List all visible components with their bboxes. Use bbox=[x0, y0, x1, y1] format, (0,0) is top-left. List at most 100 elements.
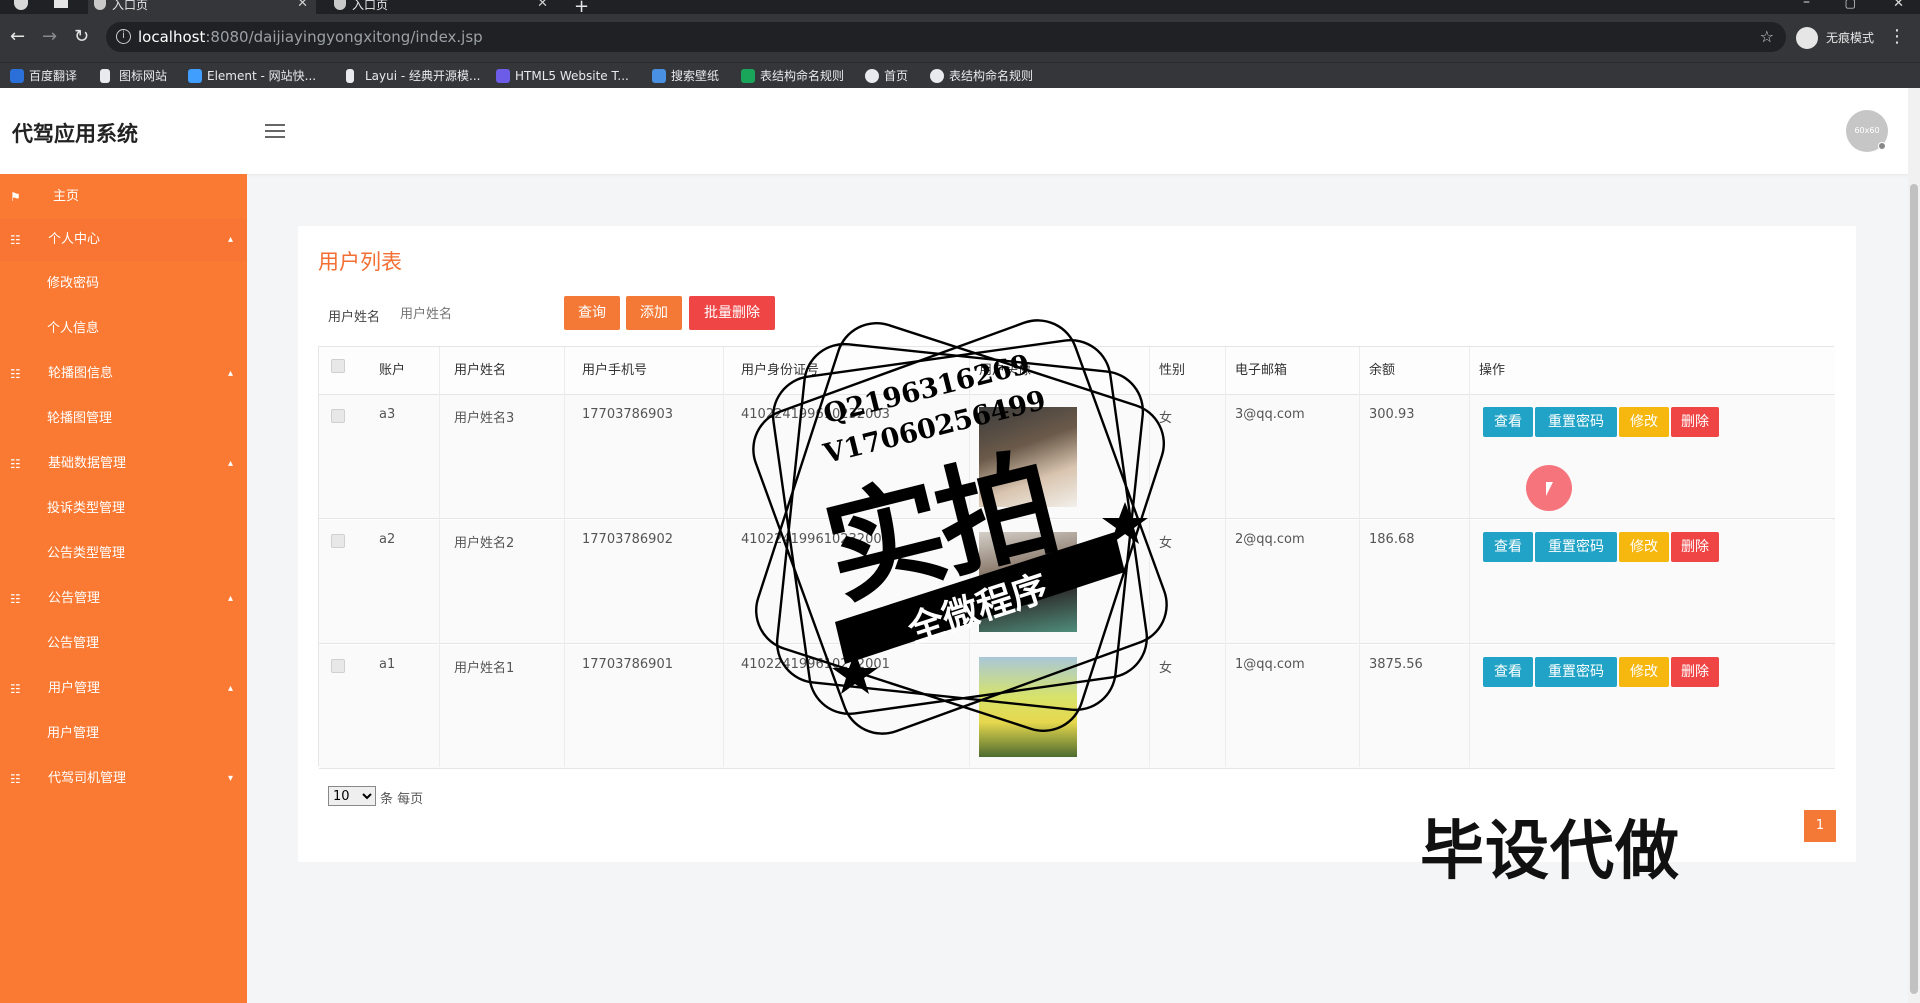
row-checkbox[interactable] bbox=[331, 534, 345, 548]
caret-up-icon: ▴ bbox=[227, 593, 233, 604]
select-all-checkbox[interactable] bbox=[331, 359, 345, 373]
watermark-bottom-text: 毕设代做 bbox=[1420, 815, 1680, 889]
sidebar-group-driver[interactable]: ☷ 代驾司机管理 ▾ bbox=[0, 758, 247, 800]
url-field[interactable]: i localhost:8080/daijiayingyongxitong/in… bbox=[106, 22, 1786, 52]
close-window-icon[interactable]: ✕ bbox=[1893, 0, 1904, 11]
search-label: 用户姓名 bbox=[328, 310, 381, 325]
sidebar-item-notice-manage[interactable]: 公告管理 bbox=[0, 623, 247, 665]
add-button[interactable]: 添加 bbox=[626, 296, 682, 330]
cell-account: a1 bbox=[379, 657, 396, 672]
row-checkbox[interactable] bbox=[331, 659, 345, 673]
bookmark-item[interactable]: 百度翻译 bbox=[10, 67, 77, 85]
sidebar-item-user-manage[interactable]: 用户管理 bbox=[0, 713, 247, 755]
close-icon[interactable]: ✕ bbox=[537, 0, 548, 10]
sidebar-item-notice-type[interactable]: 公告类型管理 bbox=[0, 533, 247, 575]
column-divider bbox=[969, 347, 970, 767]
bookmark-item[interactable]: Element - 网站快... bbox=[188, 67, 316, 85]
view-button[interactable]: 查看 bbox=[1483, 532, 1533, 562]
browser-window-icon[interactable] bbox=[54, 0, 68, 8]
sidebar-item-change-password[interactable]: 修改密码 bbox=[0, 263, 247, 305]
sidebar-group-basic-data[interactable]: ☷ 基础数据管理 ▴ bbox=[0, 443, 247, 485]
cell-balance: 186.68 bbox=[1369, 532, 1415, 547]
column-header: 操作 bbox=[1479, 363, 1506, 378]
column-header: 用户头像 bbox=[979, 363, 1032, 378]
edit-button[interactable]: 修改 bbox=[1619, 407, 1669, 437]
bookmark-item[interactable]: 首页 bbox=[865, 67, 908, 85]
cell-id-card: 410224199610232003 bbox=[741, 407, 890, 422]
view-button[interactable]: 查看 bbox=[1483, 407, 1533, 437]
flag-icon bbox=[100, 69, 110, 83]
back-arrow-icon[interactable]: ← bbox=[10, 26, 25, 47]
cursor-arrow-icon bbox=[1546, 482, 1553, 496]
sidebar-group-carousel[interactable]: ☷ 轮播图信息 ▴ bbox=[0, 353, 247, 395]
browser-tab-1[interactable]: 入口页 ✕ bbox=[88, 0, 316, 14]
view-button[interactable]: 查看 bbox=[1483, 657, 1533, 687]
bookmark-item[interactable]: 图标网站 bbox=[100, 67, 167, 85]
minimize-icon[interactable]: – bbox=[1803, 0, 1810, 10]
sidebar-group-notice[interactable]: ☷ 公告管理 ▴ bbox=[0, 578, 247, 620]
reset-password-button[interactable]: 重置密码 bbox=[1535, 657, 1617, 687]
cell-gender: 女 bbox=[1159, 661, 1173, 676]
more-menu-icon[interactable]: ⋮ bbox=[1888, 26, 1906, 47]
reload-icon[interactable]: ↻ bbox=[74, 26, 89, 47]
edit-button[interactable]: 修改 bbox=[1619, 532, 1669, 562]
bookmark-item[interactable]: 表结构命名规则 bbox=[930, 67, 1033, 85]
hamburger-menu-icon[interactable] bbox=[265, 124, 285, 138]
close-icon[interactable]: ✕ bbox=[297, 0, 308, 10]
delete-button[interactable]: 删除 bbox=[1671, 532, 1719, 562]
app-header: 代驾应用系统 60x60 bbox=[0, 88, 1920, 174]
column-header: 余额 bbox=[1369, 363, 1396, 378]
sidebar-item-carousel-manage[interactable]: 轮播图管理 bbox=[0, 398, 247, 440]
pagination-current-page[interactable]: 1 bbox=[1804, 810, 1836, 842]
layui-icon bbox=[346, 69, 354, 83]
cell-phone: 17703786901 bbox=[582, 657, 673, 672]
row-checkbox[interactable] bbox=[331, 409, 345, 423]
user-list-card: 用户列表 用户姓名 查询 添加 批量删除 账户 用户姓名 用户手机号 用户身份证… bbox=[298, 226, 1856, 862]
incognito-indicator[interactable]: 无痕模式 bbox=[1795, 25, 1874, 51]
page-scrollbar[interactable] bbox=[1908, 88, 1920, 1003]
edit-button[interactable]: 修改 bbox=[1619, 657, 1669, 687]
bookmark-item[interactable]: HTML5 Website T... bbox=[496, 67, 629, 85]
forward-arrow-icon[interactable]: → bbox=[42, 26, 57, 47]
globe-icon bbox=[334, 0, 346, 10]
reset-password-button[interactable]: 重置密码 bbox=[1535, 407, 1617, 437]
delete-button[interactable]: 删除 bbox=[1671, 407, 1719, 437]
browser-tab-2[interactable]: 入口页 ✕ bbox=[328, 0, 556, 14]
reset-password-button[interactable]: 重置密码 bbox=[1535, 532, 1617, 562]
bookmark-star-icon[interactable]: ☆ bbox=[1760, 27, 1774, 46]
maximize-icon[interactable]: ▢ bbox=[1845, 0, 1856, 10]
scrollbar-thumb[interactable] bbox=[1910, 184, 1918, 994]
batch-delete-button[interactable]: 批量删除 bbox=[689, 296, 775, 330]
page-size-select[interactable]: 10 bbox=[328, 786, 376, 806]
browser-app-icon[interactable] bbox=[14, 0, 28, 10]
bookmark-item[interactable]: 搜索壁纸 bbox=[652, 67, 719, 85]
table-header: 账户 用户姓名 用户手机号 用户身份证号 用户头像 性别 电子邮箱 余额 操作 bbox=[319, 347, 1835, 395]
cell-email: 2@qq.com bbox=[1235, 532, 1305, 547]
user-avatar-image bbox=[979, 657, 1077, 757]
search-input[interactable] bbox=[398, 300, 548, 328]
tab-title: 入口页 bbox=[112, 0, 149, 12]
delete-button[interactable]: 删除 bbox=[1671, 657, 1719, 687]
bookmark-item[interactable]: Layui - 经典开源模... bbox=[346, 67, 480, 85]
page-size-label: 条 每页 bbox=[380, 792, 424, 807]
grid-icon: ☷ bbox=[10, 233, 21, 247]
status-dot-icon bbox=[1878, 142, 1886, 150]
sidebar-item-home[interactable]: ⚑ 主页 bbox=[0, 176, 247, 218]
bookmark-item[interactable]: 表结构命名规则 bbox=[741, 67, 844, 85]
info-icon[interactable]: i bbox=[116, 29, 131, 44]
sidebar-group-user[interactable]: ☷ 用户管理 ▴ bbox=[0, 668, 247, 710]
column-divider bbox=[1359, 347, 1360, 767]
column-header: 电子邮箱 bbox=[1235, 363, 1288, 378]
cell-gender: 女 bbox=[1159, 411, 1173, 426]
flag-icon: ⚑ bbox=[10, 190, 21, 204]
app-title: 代驾应用系统 bbox=[12, 122, 138, 146]
element-icon bbox=[188, 69, 202, 83]
query-button[interactable]: 查询 bbox=[564, 296, 620, 330]
sidebar-item-personal-info[interactable]: 个人信息 bbox=[0, 308, 247, 350]
sidebar-group-personal[interactable]: ☷ 个人中心 ▴ bbox=[0, 219, 247, 261]
column-divider bbox=[1225, 347, 1226, 767]
incognito-label: 无痕模式 bbox=[1825, 31, 1874, 45]
user-avatar-image bbox=[979, 407, 1077, 507]
sidebar: ⚑ 主页 ☷ 个人中心 ▴ 修改密码 个人信息 ☷ 轮播图信息 ▴ 轮播图管理 … bbox=[0, 174, 247, 1003]
sidebar-item-complaint-type[interactable]: 投诉类型管理 bbox=[0, 488, 247, 530]
